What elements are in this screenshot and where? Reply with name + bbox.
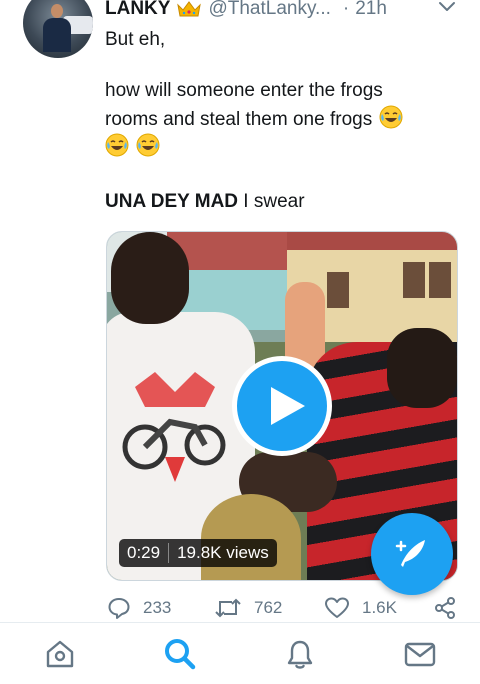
- nav-search[interactable]: [132, 623, 228, 684]
- like-count: 1.6K: [362, 598, 397, 617]
- nav-home[interactable]: [12, 623, 108, 684]
- messages-icon: [404, 642, 436, 667]
- compose-feather-icon: [395, 540, 425, 567]
- heart-icon: [325, 597, 349, 618]
- reply-count: 233: [143, 598, 172, 617]
- tweet-text-bold: UNA DEY MAD: [105, 191, 239, 212]
- video-meta-divider: [168, 543, 170, 563]
- video-views: 19.8K views: [177, 543, 269, 562]
- play-button[interactable]: [232, 356, 332, 456]
- home-icon: [46, 640, 74, 668]
- retweet-count: 762: [254, 598, 283, 617]
- retweet-icon: [215, 598, 241, 618]
- tweet-text-line-2: how will someone enter the frogs: [105, 80, 383, 101]
- avatar-person-head: [51, 4, 63, 18]
- face-with-tears-of-joy-icon: [136, 133, 160, 157]
- separator-dot: ·: [342, 0, 350, 19]
- play-icon: [271, 387, 305, 425]
- avatar-person-body: [43, 18, 71, 52]
- tweet-text-line-3-words: rooms and steal them one frogs: [105, 109, 373, 130]
- like-button[interactable]: 1.6K: [324, 596, 397, 620]
- video-man-head: [111, 232, 189, 324]
- nav-notifications[interactable]: [252, 623, 348, 684]
- video-meta-badge: 0:29 19.8K views: [119, 539, 277, 567]
- share-button[interactable]: [433, 596, 469, 620]
- share-icon: [435, 597, 455, 619]
- tweet-actions: 233 762 1.6K: [0, 592, 480, 626]
- face-with-tears-of-joy-icon: [379, 105, 403, 129]
- tweet-text-line-1: But eh,: [105, 29, 166, 50]
- author-handle[interactable]: @ThatLanky...: [208, 0, 330, 20]
- video-window: [327, 272, 349, 308]
- shirt-motorcycle-graphic: [122, 372, 226, 482]
- compose-tweet-button[interactable]: [371, 513, 453, 595]
- crown-icon: [177, 1, 202, 17]
- video-man-head: [387, 328, 457, 408]
- search-icon: [165, 639, 196, 670]
- video-window: [429, 262, 451, 298]
- reply-icon: [108, 598, 130, 619]
- tweet-text-emoji-row: [105, 133, 160, 161]
- reply-button[interactable]: 233: [107, 596, 171, 620]
- nav-messages[interactable]: [372, 623, 468, 684]
- retweet-button[interactable]: 762: [214, 596, 282, 620]
- tweet-text-line-4: UNA DEY MAD I swear: [105, 188, 305, 215]
- author-name[interactable]: LANKY: [105, 0, 170, 20]
- notifications-icon: [287, 640, 313, 669]
- face-with-tears-of-joy-icon: [105, 133, 129, 157]
- tweet-header: LANKY @ThatLanky... · 21h: [105, 0, 387, 23]
- tweet-timestamp[interactable]: 21h: [355, 0, 387, 20]
- video-pineapple: [201, 494, 301, 580]
- video-duration: 0:29: [127, 543, 161, 562]
- video-building-roof: [287, 232, 457, 250]
- avatar[interactable]: [23, 0, 93, 58]
- video-window: [403, 262, 425, 298]
- tweet-text-line-3: rooms and steal them one frogs: [105, 105, 403, 133]
- chevron-down-icon[interactable]: [438, 0, 456, 14]
- bottom-nav: [0, 622, 480, 684]
- tweet-text-rest: I swear: [238, 191, 305, 212]
